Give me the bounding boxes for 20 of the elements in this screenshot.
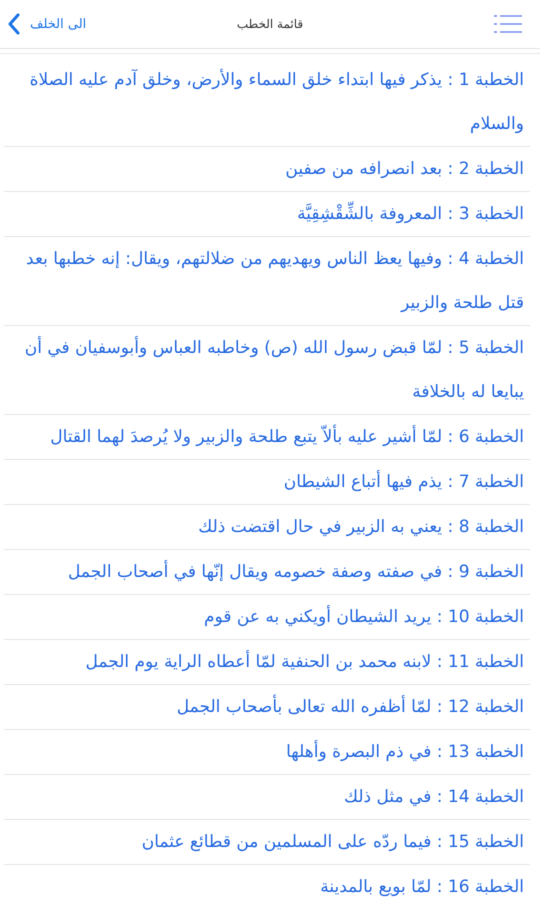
sermon-list-item[interactable]: الخطبة 7 : يذم فيها أتباع الشيطان (4, 460, 524, 504)
sermon-list-item[interactable]: الخطبة 5 : لمّا قبض رسول الله (ص) وخاطبه العباس وأبوسفيان في أن يبايعا له بالخلافة (4, 326, 524, 414)
sermon-list-item[interactable]: الخطبة 14 : في مثل ذلك (4, 775, 524, 819)
sermon-list-item[interactable]: الخطبة 10 : يريد الشيطان أويكني به عن قوم (4, 595, 524, 639)
screen-title: قائمة الخطب (236, 17, 304, 31)
sermon-list-item[interactable]: الخطبة 1 : يذكر فيها ابتداء خلق السماء والأرض، وخلق آدم عليه الصلاة والسلام (4, 58, 524, 146)
sermon-list-item[interactable]: الخطبة 12 : لمّا أظفره الله تعالى بأصحاب الجمل (4, 685, 524, 729)
sermon-list-item[interactable]: الخطبة 15 : فيما ردّه على المسلمين من قطائع عثمان (4, 820, 524, 864)
sermon-list-item[interactable]: الخطبة 6 : لمّا أشير عليه بألاّ يتبع طلحة والزبير ولا يُرصدَ لهما القتال (4, 415, 524, 459)
sermon-list-item[interactable]: الخطبة 3 : المعروفة بالشِّقْشِقِيَّة (4, 192, 524, 236)
back-button[interactable]: الى الخلف (8, 13, 86, 35)
sermon-list-item[interactable]: الخطبة 11 : لابنه محمد بن الحنفية لمّا أعطاه الراية يوم الجمل (4, 640, 524, 684)
chevron-left-icon (8, 13, 20, 35)
sermon-list-item[interactable]: الخطبة 4 : وفيها يعظ الناس ويهديهم من ضلالتهم، ويقال: إنه خطبها بعد قتل طلحة والزبير (4, 237, 524, 325)
menu-icon[interactable] (494, 14, 522, 34)
sermon-list-item[interactable]: الخطبة 8 : يعني به الزبير في حال اقتضت ذلك (4, 505, 524, 549)
sermon-list-item[interactable]: الخطبة 13 : في ذم البصرة وأهلها (4, 730, 524, 774)
sermon-list-item[interactable]: الخطبة 9 : في صفته وصفة خصومه ويقال إنّها في أصحاب الجمل (4, 550, 524, 594)
sermon-list-item[interactable]: الخطبة 16 : لمّا بويع بالمدينة (4, 865, 524, 900)
sermon-list-item[interactable]: الخطبة 2 : بعد انصرافه من صفين (4, 147, 524, 191)
